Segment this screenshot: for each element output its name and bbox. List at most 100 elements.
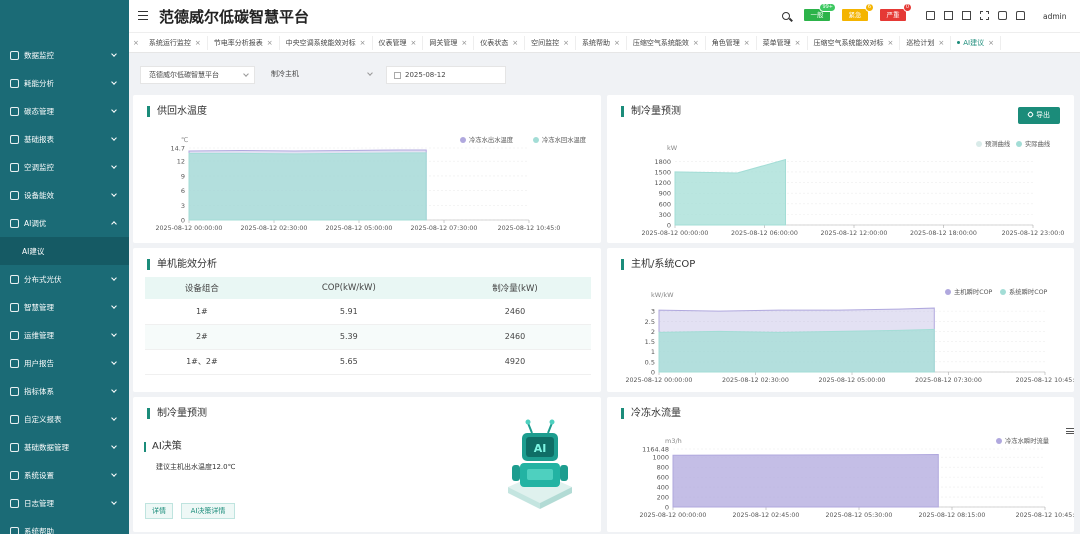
ai-robot-illustration: AI <box>508 419 572 509</box>
close-icon[interactable]: × <box>888 39 894 47</box>
sidebar-item-5[interactable]: 设备能效 <box>0 181 129 209</box>
x-tick-label: 2025-08-12 05:00:00 <box>819 377 886 384</box>
sidebar-item-2[interactable]: 碳态管理 <box>0 97 129 125</box>
tab-5[interactable]: 仪表状态 × <box>474 35 526 50</box>
sidebar-item-label: 设备能效 <box>24 190 54 200</box>
table-cell: 1#、2# <box>145 349 259 375</box>
sidebar-item-label: 系统帮助 <box>24 526 54 534</box>
sidebar-item-12[interactable]: 指标体系 <box>0 377 129 405</box>
sidebar-item-6[interactable]: AI调优 <box>0 209 129 237</box>
tab-10[interactable]: 菜单管理 × <box>757 35 808 50</box>
close-icon[interactable]: × <box>988 39 994 47</box>
sidebar-item-14[interactable]: 基础数据管理 <box>0 433 129 461</box>
sidebar-item-1[interactable]: 耗能分析 <box>0 69 129 97</box>
close-icon[interactable]: × <box>693 39 699 47</box>
tab-7[interactable]: 系统帮助 × <box>576 35 627 50</box>
image-icon[interactable] <box>962 11 971 20</box>
nav-icon <box>10 218 19 228</box>
tab-1[interactable]: 节电率分析报表 × <box>208 35 280 50</box>
y-axis-unit: ℃ <box>181 136 188 144</box>
sidebar-item-label: 运维管理 <box>24 330 54 340</box>
close-icon[interactable]: × <box>411 39 417 47</box>
sidebar: 数据监控 耗能分析碳态管理基础报表 空调监控设备能效 AI调优 AI建议 分布式光伏 智慧管… <box>0 0 129 534</box>
legend-label[interactable]: 冷冻水瞬时流量 <box>1005 436 1050 445</box>
lock-icon[interactable] <box>998 11 1007 20</box>
sidebar-item-10[interactable]: 运维管理 <box>0 321 129 349</box>
sidebar-item-17[interactable]: 系统帮助 <box>0 517 129 534</box>
legend-label[interactable]: 实际曲线 <box>1025 139 1051 148</box>
sidebar-item-7[interactable]: AI建议 <box>0 237 129 265</box>
tabs-scroll-left-icon[interactable]: × <box>133 39 139 47</box>
legend-marker <box>976 141 982 147</box>
detail-button[interactable]: 详情 <box>145 503 173 519</box>
close-icon[interactable]: × <box>512 39 518 47</box>
close-icon[interactable]: × <box>938 39 944 47</box>
close-icon[interactable]: × <box>795 39 801 47</box>
robot-ai-label: AI <box>534 442 547 455</box>
tab-9[interactable]: 角色管理 × <box>706 35 757 50</box>
equipment-select[interactable]: 制冷主机 <box>263 66 378 84</box>
x-tick-label: 2025-08-12 06:00:00 <box>731 230 798 237</box>
chevron-down-icon <box>111 107 117 113</box>
menu-toggle-icon[interactable] <box>138 11 148 20</box>
alert-badge-1[interactable]: 紧急 6 <box>842 3 874 21</box>
theme-icon[interactable] <box>1016 11 1025 20</box>
tab-4[interactable]: 网关管理 × <box>423 35 475 50</box>
sidebar-item-3[interactable]: 基础报表 <box>0 125 129 153</box>
tab-13[interactable]: AI建议 × <box>951 35 1001 50</box>
sidebar-item-11[interactable]: 用户报告 <box>0 349 129 377</box>
sidebar-item-15[interactable]: 系统设置 <box>0 461 129 489</box>
alert-count: 0 <box>902 3 912 12</box>
chilled-water-flow-chart: m3/h 0 200 400 600 800 10001164.48 2025-08-12 0… <box>640 436 1074 519</box>
close-icon[interactable]: × <box>267 39 273 47</box>
tab-2[interactable]: 中央空调系统能效对标 × <box>280 35 373 50</box>
tab-6[interactable]: 空间监控 × <box>525 35 576 50</box>
tab-11[interactable]: 压缩空气系统能效对标 × <box>808 35 901 50</box>
ai-decision-detail-button[interactable]: AI决策详情 <box>181 503 235 519</box>
top-bar: 范德威尔低碳智慧平台 一般 99+ 紧急 6 严重 0 admin <box>129 0 1080 32</box>
chevron-down-icon <box>111 163 117 169</box>
tab-0[interactable]: 系统运行监控 × <box>143 35 208 50</box>
layout-icon[interactable] <box>944 11 953 20</box>
sidebar-item-8[interactable]: 分布式光伏 <box>0 265 129 293</box>
close-icon[interactable]: × <box>614 39 620 47</box>
close-icon[interactable]: × <box>744 39 750 47</box>
date-picker[interactable]: 2025-08-12 <box>386 66 506 84</box>
legend-label[interactable]: 系统瞬时COP <box>1009 287 1048 296</box>
calendar-icon <box>394 72 401 79</box>
table-header-cell: 设备组合 <box>184 284 219 294</box>
sidebar-item-0[interactable]: 数据监控 <box>0 41 129 69</box>
legend-marker <box>1016 141 1022 147</box>
table-cell: 2460 <box>438 324 591 350</box>
y-tick-label: 2.5 <box>645 318 655 326</box>
legend-label[interactable]: 预测曲线 <box>985 139 1011 148</box>
tab-bar: × 系统运行监控 × 节电率分析报表 × 中央空调系统能效对标 × 仪表管理 × 网关管理 × 仪表状… <box>129 32 1080 53</box>
sidebar-item-9[interactable]: 智慧管理 <box>0 293 129 321</box>
search-icon[interactable] <box>782 12 793 22</box>
volume-icon[interactable] <box>926 11 935 20</box>
user-name[interactable]: admin <box>1043 12 1067 21</box>
table-cell: 5.39 <box>258 324 439 350</box>
ai-advice-text: 建议主机出水温度12.0℃ <box>156 463 236 471</box>
y-tick-label: 1800 <box>654 158 671 166</box>
platform-select[interactable]: 范德威尔低碳智慧平台 <box>140 66 255 84</box>
close-icon[interactable]: × <box>563 39 569 47</box>
sidebar-item-13[interactable]: 自定义报表 <box>0 405 129 433</box>
tab-12[interactable]: 巡检计划 × <box>900 35 952 50</box>
alert-badge-2[interactable]: 严重 0 <box>880 3 912 21</box>
sidebar-item-label: 自定义报表 <box>24 414 62 424</box>
close-icon[interactable]: × <box>360 39 366 47</box>
legend-label[interactable]: 冷冻水回水温度 <box>542 135 587 144</box>
sidebar-item-4[interactable]: 空调监控 <box>0 153 129 181</box>
close-icon[interactable]: × <box>461 39 467 47</box>
legend-label[interactable]: 主机瞬时COP <box>954 287 993 296</box>
alert-badge-0[interactable]: 一般 99+ <box>804 3 836 21</box>
tab-3[interactable]: 仪表管理 × <box>373 35 424 50</box>
tab-8[interactable]: 压缩空气系统能效 × <box>627 35 706 50</box>
y-tick-label: 0 <box>181 217 185 225</box>
close-icon[interactable]: × <box>195 39 201 47</box>
sidebar-item-16[interactable]: 日志管理 <box>0 489 129 517</box>
sidebar-item-label: 碳态管理 <box>24 106 54 116</box>
legend-label[interactable]: 冷冻水出水温度 <box>469 135 514 144</box>
fullscreen-icon[interactable] <box>980 11 989 20</box>
